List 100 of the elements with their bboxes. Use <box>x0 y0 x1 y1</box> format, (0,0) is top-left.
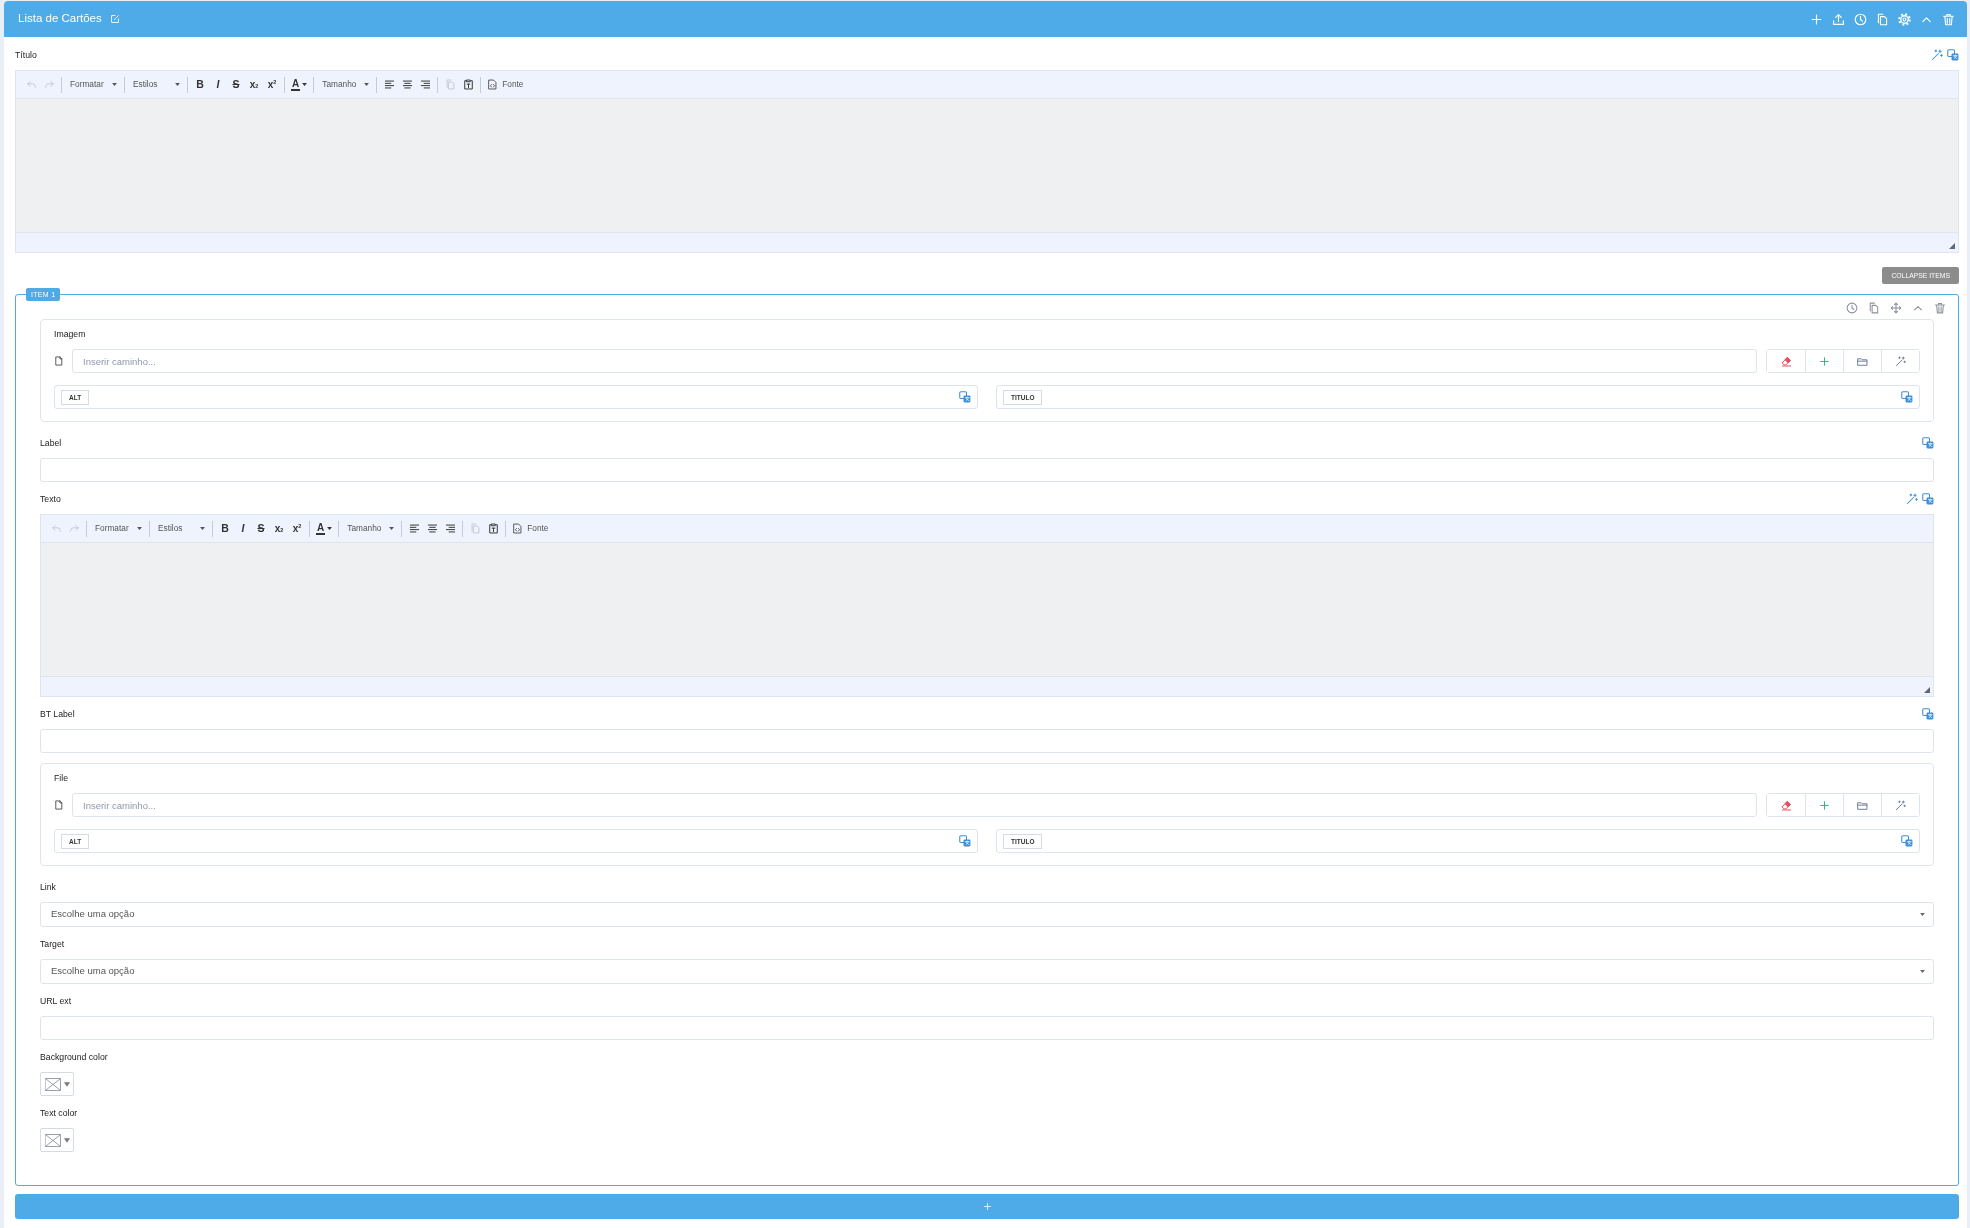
redo-icon <box>68 523 80 534</box>
path-input[interactable]: Inserir caminho... <box>72 349 1757 373</box>
field-label: Link <box>40 881 56 894</box>
toolbar-dropdown[interactable]: Formatar <box>90 518 146 539</box>
resize-handle-icon[interactable] <box>1949 243 1955 249</box>
copy-icon <box>469 523 481 534</box>
trash-icon[interactable] <box>1934 302 1946 314</box>
toolbar-dropdown[interactable]: Estilos <box>128 74 184 95</box>
italic-button[interactable]: I <box>234 518 252 539</box>
copy-icon <box>444 79 456 90</box>
folder-icon <box>1857 355 1868 367</box>
settings-icon[interactable] <box>1898 12 1911 26</box>
bold-button[interactable]: B <box>191 74 209 95</box>
align-left-icon <box>383 79 395 90</box>
text-input[interactable] <box>40 1016 1934 1040</box>
eraser-icon <box>1780 799 1792 811</box>
no-color-swatch-icon <box>45 1077 61 1091</box>
field-label: Imagem <box>54 328 87 341</box>
plus-icon <box>1819 355 1830 367</box>
strikethrough-button[interactable]: S <box>252 518 270 539</box>
magic-button[interactable] <box>1881 350 1919 372</box>
translate-icon[interactable] <box>1922 493 1934 505</box>
align-center-icon <box>426 523 438 534</box>
translate-icon[interactable] <box>1922 437 1934 449</box>
align-center-icon <box>401 79 413 90</box>
move-icon[interactable] <box>1890 302 1902 314</box>
caret-icon <box>1920 913 1925 916</box>
magic-wand-icon <box>1895 799 1906 811</box>
field-label: File <box>54 772 69 785</box>
color-picker[interactable] <box>40 1128 74 1152</box>
text-color-button[interactable]: A <box>313 518 336 539</box>
copy-icon[interactable] <box>1876 12 1889 26</box>
align-right-icon <box>444 523 456 534</box>
field-label: Text color <box>40 1107 78 1120</box>
select-field[interactable]: Escolhe uma opção <box>40 902 1934 927</box>
caret-icon <box>64 1137 70 1143</box>
translate-icon[interactable] <box>959 835 971 847</box>
toolbar-dropdown[interactable]: Estilos <box>153 518 209 539</box>
undo-icon <box>25 79 37 90</box>
superscript-button[interactable]: x$^{2}$ <box>288 518 306 539</box>
source-button[interactable]: Fonte <box>509 518 552 539</box>
align-right-icon <box>419 79 431 90</box>
clock-icon[interactable] <box>1846 302 1858 314</box>
plus-icon[interactable] <box>1810 12 1823 26</box>
panel-title: Lista de Cartões <box>18 13 102 25</box>
no-color-swatch-icon <box>45 1133 61 1147</box>
caret-icon <box>64 1081 70 1087</box>
translate-icon[interactable] <box>959 391 971 403</box>
redo-icon <box>43 79 55 90</box>
source-code-icon <box>512 523 524 534</box>
field-label: URL ext <box>40 995 72 1008</box>
magic-button[interactable] <box>1881 794 1919 816</box>
caret-icon <box>200 527 205 530</box>
copy-icon[interactable] <box>1868 302 1880 314</box>
eraser-icon <box>1780 355 1792 367</box>
caret-icon <box>137 527 142 530</box>
toolbar-dropdown[interactable]: Tamanho <box>317 74 374 95</box>
text-color-button[interactable]: A <box>288 74 311 95</box>
caret-icon <box>112 83 117 86</box>
edit-icon[interactable] <box>109 14 120 24</box>
path-input[interactable]: Inserir caminho... <box>72 793 1757 817</box>
italic-button[interactable]: I <box>209 74 227 95</box>
translate-icon[interactable] <box>1901 391 1913 403</box>
superscript-button[interactable]: x$^{2}$ <box>263 74 281 95</box>
file-icon <box>54 800 64 810</box>
magic-wand-icon[interactable] <box>1906 493 1918 505</box>
bold-button[interactable]: B <box>216 518 234 539</box>
text-input[interactable] <box>40 458 1934 482</box>
folder-icon <box>1857 799 1868 811</box>
translate-icon[interactable] <box>1922 708 1934 720</box>
caret-icon <box>175 83 180 86</box>
magic-wand-icon[interactable] <box>1931 49 1943 61</box>
upload-icon[interactable] <box>1832 12 1845 26</box>
caret-icon <box>1920 970 1925 973</box>
field-label: Label <box>40 437 62 450</box>
color-picker[interactable] <box>40 1072 74 1096</box>
caret-icon <box>302 83 308 86</box>
select-field[interactable]: Escolhe uma opção <box>40 959 1934 984</box>
plus-icon <box>1819 799 1830 811</box>
field-label: BT Label <box>40 708 75 721</box>
file-icon <box>54 356 64 366</box>
toolbar-dropdown[interactable]: Tamanho <box>342 518 399 539</box>
text-input[interactable] <box>40 729 1934 753</box>
magic-wand-icon <box>1895 355 1906 367</box>
translate-icon[interactable] <box>1947 49 1959 61</box>
undo-icon <box>50 523 62 534</box>
source-button[interactable]: Fonte <box>484 74 527 95</box>
plus-icon <box>982 1202 992 1211</box>
align-left-icon <box>408 523 420 534</box>
field-label: Texto <box>40 493 61 506</box>
translate-icon[interactable] <box>1901 835 1913 847</box>
clipboard-icon <box>487 523 499 534</box>
field-label: Título <box>15 49 37 62</box>
resize-handle-icon[interactable] <box>1924 687 1930 693</box>
clipboard-icon <box>462 79 474 90</box>
source-code-icon <box>487 79 499 90</box>
strikethrough-button[interactable]: S <box>227 74 245 95</box>
caret-icon <box>389 527 395 530</box>
toolbar-dropdown[interactable]: Formatar <box>65 74 121 95</box>
field-label: Target <box>40 938 65 951</box>
